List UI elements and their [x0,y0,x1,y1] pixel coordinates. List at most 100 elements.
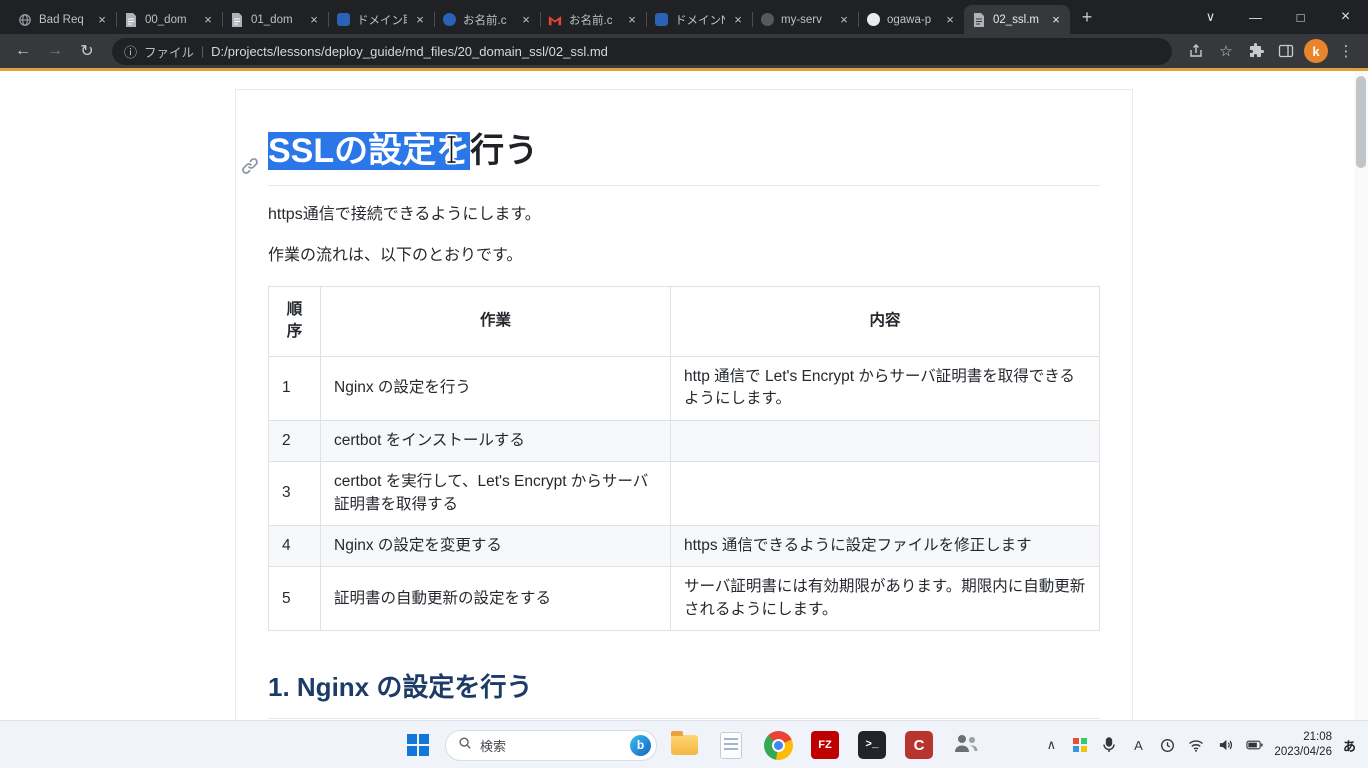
minimize-button[interactable]: — [1233,0,1278,34]
selected-heading-text: SSLの設定を [268,132,470,170]
extensions-puzzle-icon[interactable] [1242,37,1270,65]
forward-button[interactable]: → [40,37,70,65]
cell-task: Nginx の設定を変更する [321,525,671,566]
start-button[interactable] [398,725,438,765]
system-tray: ∧ A 21:08 2023/04/26 あ [1042,721,1360,768]
filezilla-button[interactable]: FZ [805,725,845,765]
tab-search-chevron-icon[interactable]: ∨ [1188,0,1233,34]
tab-00-dom[interactable]: 00_dom × [116,5,222,34]
share-icon[interactable] [1182,37,1210,65]
contacts-button[interactable] [946,725,986,765]
tab-strip: Bad Req × 00_dom × 01_dom × ドメイン取 × お名前.… [0,0,1368,34]
side-panel-icon[interactable] [1272,37,1300,65]
tab-close-icon[interactable]: × [625,13,639,27]
terminal-button[interactable]: >_ [852,725,892,765]
tab-close-icon[interactable]: × [731,13,745,27]
scrollbar-thumb[interactable] [1356,76,1366,168]
window-controls: ∨ — □ × [1188,0,1368,34]
tab-close-icon[interactable]: × [95,13,109,27]
browser-menu-icon[interactable]: ⋮ [1332,37,1360,65]
markdown-content: SSLの設定を行う https通信で接続できるようにします。 作業の流れは、以下… [235,89,1133,720]
tab-close-icon[interactable]: × [1049,13,1063,27]
new-tab-button[interactable]: + [1074,5,1100,31]
clock-app-icon[interactable] [1158,736,1176,754]
tab-close-icon[interactable]: × [307,13,321,27]
tray-chevron-icon[interactable]: ∧ [1042,736,1060,754]
cell-order: 2 [269,420,321,461]
window-close-button[interactable]: × [1323,0,1368,34]
cell-task: certbot を実行して、Let's Encrypt からサーバ証明書を取得す… [321,462,671,526]
notepad-button[interactable] [711,725,751,765]
tab-onamae-gmail[interactable]: お名前.c × [540,5,646,34]
folder-icon [671,735,698,755]
cell-detail: サーバ証明書には有効期限があります。期限内に自動更新されるようにします。 [671,567,1100,631]
column-header: 作業 [321,286,671,356]
taskbar-search-input[interactable]: 検索 b [445,730,657,761]
wifi-icon[interactable] [1187,736,1205,754]
url-scheme-divider: | [201,44,204,58]
column-header: 順序 [269,286,321,356]
ime-mode-indicator[interactable]: あ [1343,736,1360,755]
cell-task: Nginx の設定を行う [321,356,671,420]
cell-order: 5 [269,567,321,631]
tab-01-dom[interactable]: 01_dom × [222,5,328,34]
table-row: 1 Nginx の設定を行う http 通信で Let's Encrypt から… [269,356,1100,420]
tab-close-icon[interactable]: × [201,13,215,27]
text-cursor-pointer [444,133,459,164]
bookmark-star-icon[interactable]: ☆ [1212,37,1240,65]
intro-paragraph: https通信で接続できるようにします。 [268,202,1100,228]
tray-clock[interactable]: 21:08 2023/04/26 [1274,730,1332,760]
ime-letter-indicator[interactable]: A [1129,736,1147,754]
c-app-button[interactable]: C [899,725,939,765]
heading-text: 行う [470,132,538,170]
globe-favicon-icon [17,12,33,28]
cell-detail: https 通信できるように設定ファイルを修正します [671,525,1100,566]
people-icon [953,732,979,759]
cell-detail [671,420,1100,461]
microphone-icon[interactable] [1100,736,1118,754]
tab-domain-n[interactable]: ドメインN × [646,5,752,34]
tab-close-icon[interactable]: × [519,13,533,27]
tab-label: お名前.c [463,12,513,28]
flow-paragraph: 作業の流れは、以下のとおりです。 [268,243,1100,269]
page-info-icon[interactable]: ⓘ [124,42,137,61]
taskbar-center-group: 検索 b FZ >_ C [398,721,986,768]
heading-anchor-link-icon[interactable] [241,143,259,161]
battery-icon[interactable] [1245,736,1263,754]
tab-02-ssl-active[interactable]: 02_ssl.m × [964,5,1070,34]
site-favicon-icon [653,12,669,28]
tab-label: 01_dom [251,14,301,26]
filezilla-icon: FZ [811,731,839,759]
tab-close-icon[interactable]: × [943,13,957,27]
cell-order: 3 [269,462,321,526]
table-row: 2 certbot をインストールする [269,420,1100,461]
file-explorer-button[interactable] [664,725,704,765]
reload-button[interactable]: ↻ [72,37,102,65]
speaker-icon[interactable] [1216,736,1234,754]
site-favicon-icon [335,12,351,28]
tab-bad-req[interactable]: Bad Req × [10,5,116,34]
maximize-button[interactable]: □ [1278,0,1323,34]
tab-my-serv[interactable]: my-serv × [752,5,858,34]
terminal-icon: >_ [858,731,886,759]
tab-label: my-serv [781,14,831,26]
profile-avatar[interactable]: k [1304,39,1328,63]
tab-label: 02_ssl.m [993,14,1043,26]
tab-label: Bad Req [39,14,89,26]
cell-task: 証明書の自動更新の設定をする [321,567,671,631]
table-row: 4 Nginx の設定を変更する https 通信できるように設定ファイルを修正… [269,525,1100,566]
apps-grid-icon[interactable] [1071,736,1089,754]
back-button[interactable]: ← [8,37,38,65]
address-bar[interactable]: ⓘ ファイル | D:/projects/lessons/deploy_guid… [112,38,1172,65]
document-favicon-icon [229,12,245,28]
tab-ogawa-p[interactable]: ogawa-p × [858,5,964,34]
tab-close-icon[interactable]: × [413,13,427,27]
url-text: D:/projects/lessons/deploy_guide/md_file… [211,44,608,59]
chrome-button[interactable] [758,725,798,765]
tab-close-icon[interactable]: × [837,13,851,27]
tab-onamae-1[interactable]: お名前.c × [434,5,540,34]
notepad-icon [720,732,742,759]
page-scrollbar[interactable] [1354,71,1368,720]
tab-domain-tori[interactable]: ドメイン取 × [328,5,434,34]
bing-icon[interactable]: b [630,735,651,756]
